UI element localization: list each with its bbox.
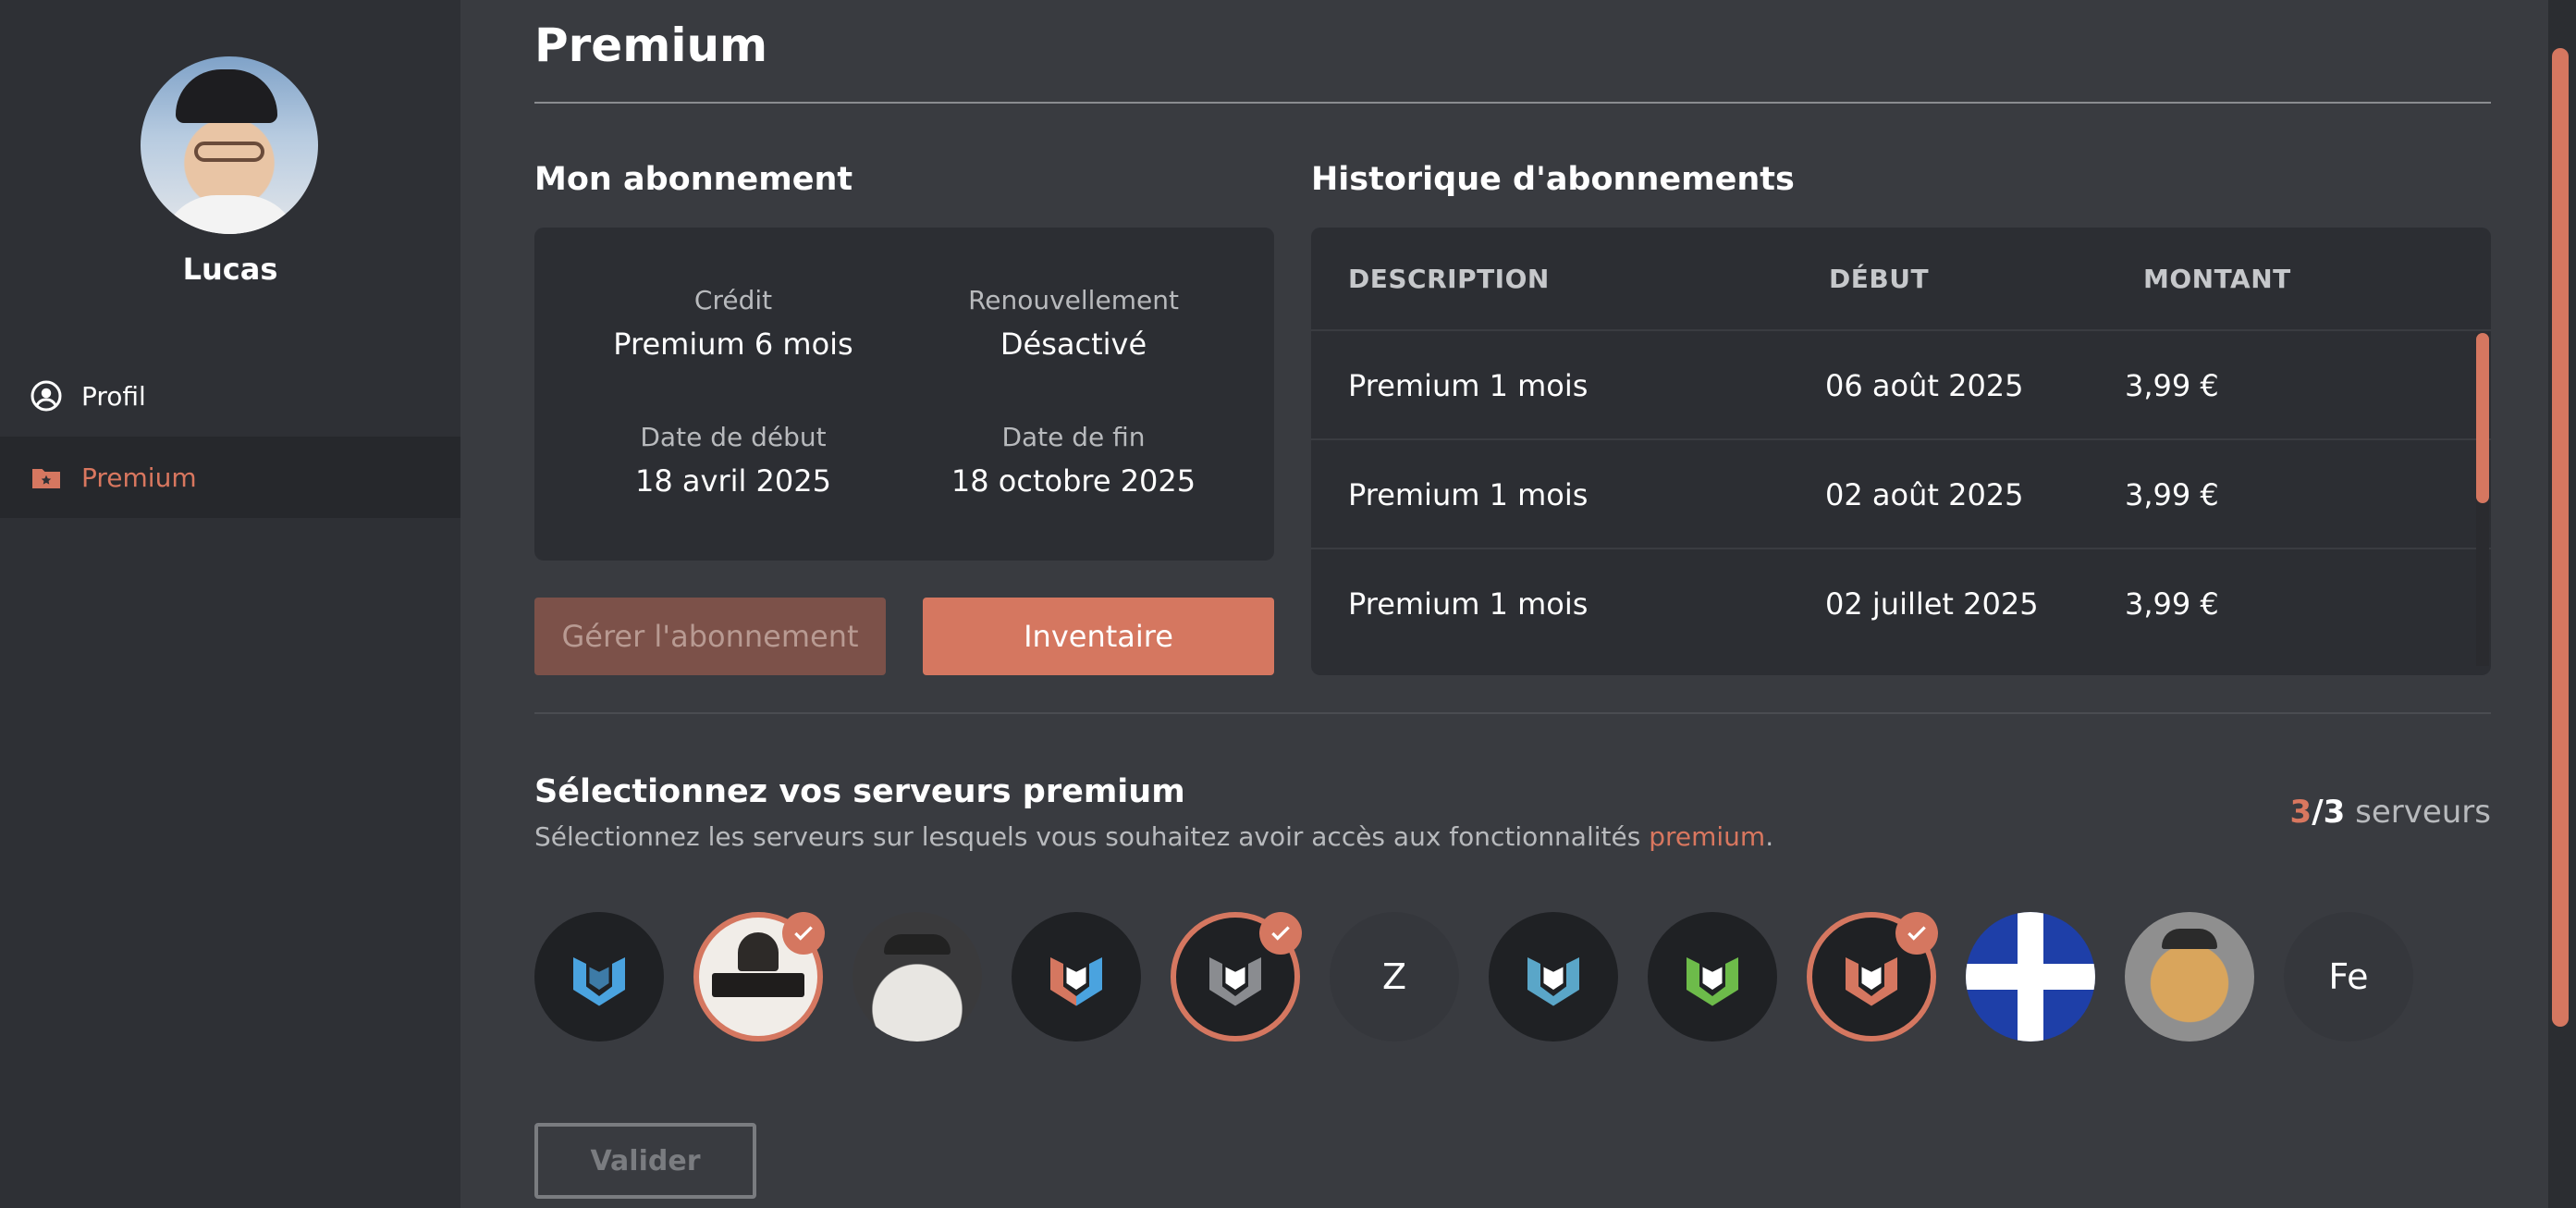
dog-cap — [2162, 929, 2217, 949]
servers-count-current: 3 — [2289, 794, 2312, 831]
table-row: Premium 1 mois 02 août 2025 3,99 € — [1311, 438, 2491, 549]
cell-amount: 3,99 € — [2125, 368, 2219, 403]
history-scrollbar-thumb[interactable] — [2476, 333, 2489, 503]
stat-value: 18 octobre 2025 — [951, 463, 1196, 499]
server-icon[interactable] — [1807, 912, 1938, 1042]
selected-check-icon — [1259, 912, 1302, 955]
stat-label: Renouvellement — [968, 285, 1179, 315]
server-icon-dog[interactable] — [2125, 912, 2254, 1042]
user-circle-icon — [31, 380, 62, 412]
premium-folder-icon — [32, 469, 60, 488]
mendoza-figure — [738, 932, 779, 971]
subscription-heading: Mon abonnement — [534, 161, 853, 198]
section-divider — [534, 712, 2491, 714]
server-icon-mendoza[interactable] — [693, 912, 825, 1042]
brand-logo-icon — [1209, 957, 1261, 1006]
brand-logo-icon — [1050, 957, 1102, 1006]
page-scrollbar[interactable] — [2548, 0, 2576, 1208]
sidebar-item-label: Profil — [81, 380, 146, 412]
servers-description-text: Sélectionnez les serveurs sur lesquels v… — [534, 821, 1650, 852]
stat-label: Date de début — [640, 422, 827, 452]
column-header-description: DESCRIPTION — [1348, 263, 1550, 294]
server-icon[interactable] — [1012, 912, 1141, 1042]
flag-cross-horizontal — [1966, 964, 2095, 990]
servers-count: 3/3 serveurs — [2290, 794, 2491, 831]
history-table: DESCRIPTION DÉBUT MONTANT Premium 1 mois… — [1311, 228, 2491, 675]
table-header: DESCRIPTION DÉBUT MONTANT — [1311, 228, 2491, 329]
cell-start: 06 août 2025 — [1825, 368, 2024, 403]
brand-logo-icon — [1687, 957, 1738, 1006]
cell-start: 02 août 2025 — [1825, 477, 2024, 512]
title-divider — [534, 102, 2491, 104]
stat-credit: Crédit Premium 6 mois — [567, 285, 900, 362]
username: Lucas — [182, 252, 278, 287]
cell-amount: 3,99 € — [2125, 477, 2219, 512]
page-scrollbar-thumb[interactable] — [2552, 48, 2569, 1027]
server-icon-text[interactable]: Fe — [2284, 912, 2413, 1042]
manage-subscription-button[interactable]: Gérer l'abonnement — [534, 598, 886, 675]
stat-value: 18 avril 2025 — [635, 463, 831, 499]
sidebar-item-label: Premium — [81, 462, 197, 493]
servers-description-end: . — [1765, 821, 1774, 852]
stat-value: Désactivé — [1000, 327, 1147, 362]
selected-check-icon — [782, 912, 825, 955]
cell-description: Premium 1 mois — [1348, 477, 1589, 512]
servers-description: Sélectionnez les serveurs sur lesquels v… — [534, 821, 1773, 852]
mendoza-logo — [712, 973, 804, 997]
servers-count-suffix: serveurs — [2345, 794, 2491, 831]
stat-end-date: Date de fin 18 octobre 2025 — [907, 422, 1240, 499]
inventory-button[interactable]: Inventaire — [923, 598, 1274, 675]
stat-label: Crédit — [693, 285, 773, 315]
stat-label: Date de fin — [1001, 422, 1146, 452]
sidebar-item-premium[interactable]: Premium — [0, 437, 460, 518]
brand-logo-icon — [573, 957, 625, 1006]
cell-description: Premium 1 mois — [1348, 586, 1589, 622]
avatar-shirt — [161, 195, 300, 234]
avatar-glasses — [194, 142, 264, 162]
stat-renewal: Renouvellement Désactivé — [907, 285, 1240, 362]
subscription-card: Crédit Premium 6 mois Renouvellement Dés… — [534, 228, 1274, 561]
stat-start-date: Date de début 18 avril 2025 — [567, 422, 900, 499]
page-title: Premium — [534, 18, 768, 72]
server-icon[interactable] — [853, 912, 982, 1042]
cell-start: 02 juillet 2025 — [1825, 586, 2039, 622]
cell-description: Premium 1 mois — [1348, 368, 1589, 403]
history-scrollbar[interactable] — [2476, 333, 2489, 666]
table-row: Premium 1 mois 06 août 2025 3,99 € — [1311, 329, 2491, 440]
brand-logo-icon — [1846, 957, 1897, 1006]
servers-heading: Sélectionnez vos serveurs premium — [534, 773, 1185, 810]
avatar[interactable] — [141, 56, 318, 234]
sidebar-item-profil[interactable]: Profil — [0, 355, 460, 437]
stat-value: Premium 6 mois — [613, 327, 853, 362]
server-icon[interactable] — [534, 912, 664, 1042]
selected-check-icon — [1895, 912, 1938, 955]
server-icon[interactable] — [1489, 912, 1618, 1042]
table-row: Premium 1 mois 02 juillet 2025 3,99 € — [1311, 548, 2491, 659]
sidebar: Lucas Profil Premium — [0, 0, 460, 1208]
server-icon[interactable] — [1171, 912, 1302, 1042]
server-icon[interactable] — [1648, 912, 1777, 1042]
column-header-amount: MONTANT — [2143, 263, 2291, 294]
server-icon-text[interactable]: Z — [1330, 912, 1459, 1042]
avatar-cap — [176, 69, 277, 123]
servers-description-highlight: premium — [1649, 821, 1766, 852]
brand-logo-icon — [1527, 957, 1579, 1006]
history-heading: Historique d'abonnements — [1311, 161, 1795, 198]
validate-button[interactable]: Valider — [534, 1123, 756, 1199]
avatar-character — [884, 934, 951, 955]
column-header-start: DÉBUT — [1829, 263, 1930, 294]
servers-count-total: /3 — [2312, 794, 2346, 831]
cell-amount: 3,99 € — [2125, 586, 2219, 622]
server-icon-flag[interactable] — [1966, 912, 2095, 1042]
